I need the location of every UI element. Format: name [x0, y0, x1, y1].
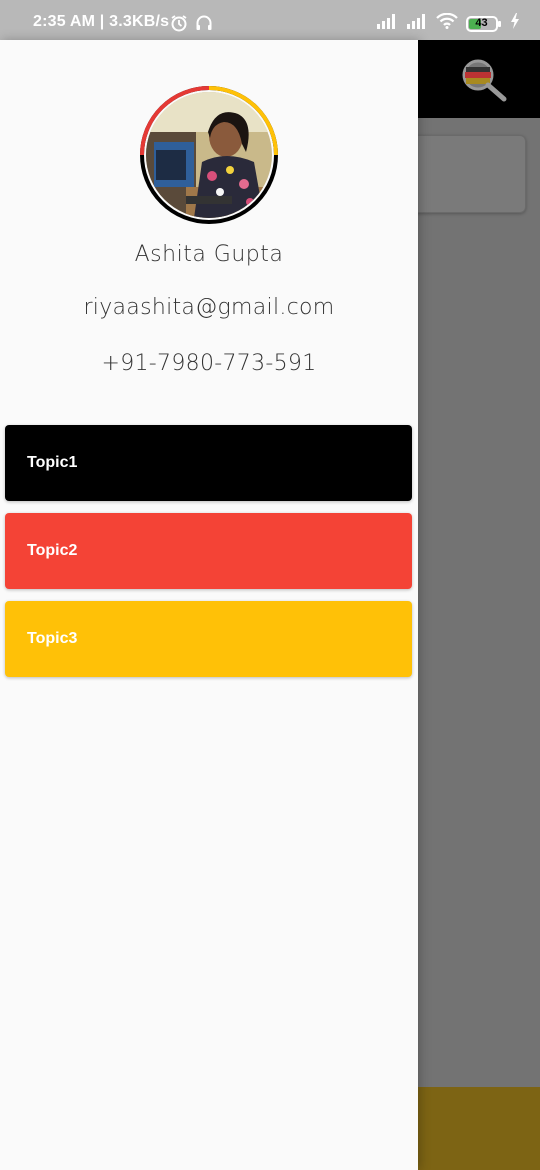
topic-item-3[interactable]: Topic3 — [5, 601, 412, 677]
topic-label: Topic2 — [27, 542, 78, 559]
avatar-photo — [146, 92, 272, 218]
battery-icon: 43 — [466, 15, 502, 32]
profile-email: riyaashita@gmail.com — [83, 295, 335, 320]
profile-name: Ashita Gupta — [134, 242, 284, 267]
profile-phone: +91-7980-773-591 — [101, 351, 317, 376]
content-card — [400, 135, 526, 213]
battery-level: 43 — [475, 16, 488, 29]
topic-label: Topic3 — [27, 630, 78, 647]
signal-icon — [406, 13, 428, 34]
topic-item-2[interactable]: Topic2 — [5, 513, 412, 589]
signal-icon — [376, 13, 398, 34]
status-bar: 2:35 AM | 3.3KB/s 43 — [0, 0, 540, 40]
topic-label: Topic1 — [27, 454, 78, 471]
alarm-icon — [170, 14, 188, 37]
search-icon[interactable] — [458, 55, 510, 107]
headphones-icon — [195, 14, 213, 37]
status-time: 2:35 AM | 3.3KB/s — [33, 13, 170, 30]
avatar[interactable] — [140, 86, 278, 224]
charging-icon — [510, 13, 520, 34]
wifi-icon — [436, 12, 458, 34]
topic-item-1[interactable]: Topic1 — [5, 425, 412, 501]
navigation-drawer: Ashita Gupta riyaashita@gmail.com +91-79… — [0, 40, 418, 1170]
